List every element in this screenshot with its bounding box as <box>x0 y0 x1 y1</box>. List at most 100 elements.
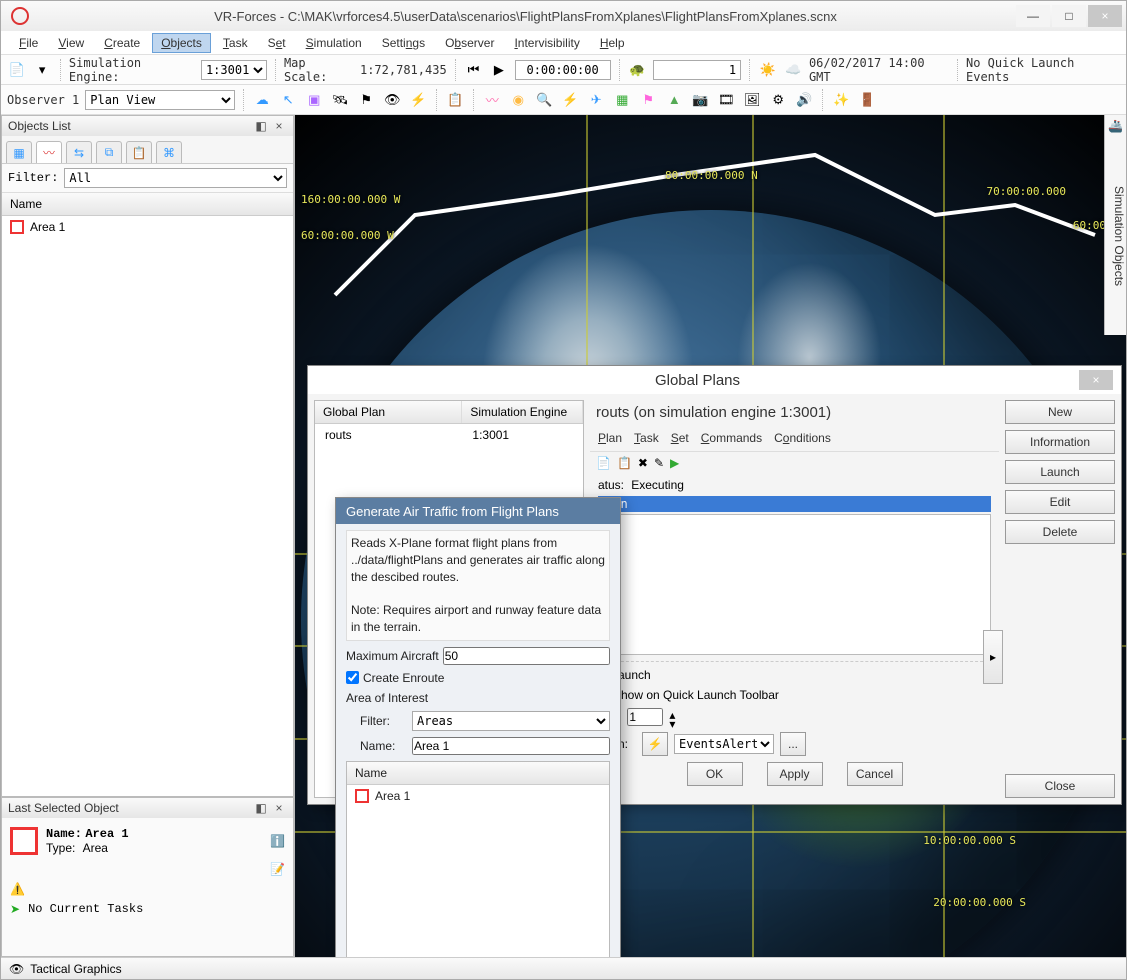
icon-select[interactable]: EventsAlert. <box>674 734 774 754</box>
time-multiplier-input[interactable] <box>653 60 741 80</box>
satellite-icon[interactable]: 🛰 <box>330 90 350 110</box>
bolt-icon-button[interactable]: ⚡ <box>642 732 668 756</box>
lightning-icon[interactable]: ⚡ <box>560 90 580 110</box>
delete-icon[interactable]: ✖ <box>638 456 648 470</box>
exit-icon[interactable]: 🚪 <box>857 90 877 110</box>
edit-icon[interactable]: ✎ <box>654 456 664 470</box>
speed-icon[interactable]: 🐢 <box>628 60 647 80</box>
close-button[interactable]: Close <box>1005 774 1115 798</box>
spin-up-icon[interactable]: ▴ <box>669 708 675 717</box>
cancel-button[interactable]: Cancel <box>847 762 903 786</box>
info-icon[interactable]: ℹ️ <box>270 834 285 848</box>
menu-observer[interactable]: Observer <box>437 34 502 52</box>
tab-groups[interactable]: ⧉ <box>96 141 122 163</box>
sim-clock-input[interactable] <box>515 60 611 80</box>
panel-close-icon[interactable]: × <box>271 801 287 815</box>
spin-down-icon[interactable]: ▾ <box>669 717 675 726</box>
pointer-icon[interactable]: ↖ <box>278 90 298 110</box>
create-enroute-checkbox[interactable] <box>346 671 359 684</box>
close-button[interactable]: × <box>1088 5 1122 27</box>
tab-blue-entities[interactable]: ▦ <box>6 141 32 163</box>
menu-task[interactable]: Task <box>215 34 256 52</box>
sound-icon[interactable]: 🔊 <box>794 90 814 110</box>
tab-clipboard[interactable]: 📋 <box>126 141 152 163</box>
menu-settings[interactable]: Settings <box>374 34 433 52</box>
observer-view-select[interactable]: Plan View <box>85 90 235 110</box>
close-icon[interactable]: × <box>1079 370 1113 390</box>
tab-task[interactable]: Task <box>634 431 659 445</box>
ordinal-input[interactable] <box>627 708 663 726</box>
max-aircraft-input[interactable] <box>443 647 610 665</box>
layer-icon[interactable]: 📋 <box>445 90 465 110</box>
panel-close-icon[interactable]: × <box>271 119 287 133</box>
dropdown-icon[interactable]: ▾ <box>32 60 51 80</box>
list-item[interactable]: Area 1 <box>347 785 609 807</box>
objects-list-body[interactable]: Area 1 <box>2 216 293 796</box>
expand-button[interactable]: ▸ <box>983 630 1003 684</box>
sim-engine-select[interactable]: 1:3001 <box>201 60 267 80</box>
minimize-button[interactable]: — <box>1016 5 1050 27</box>
camera-icon[interactable]: 📷 <box>690 90 710 110</box>
menu-intervisibility[interactable]: Intervisibility <box>506 34 587 52</box>
list-item[interactable]: Area 1 <box>2 216 293 238</box>
pink-flag-icon[interactable]: ⚑ <box>638 90 658 110</box>
copy-icon[interactable]: 📄 <box>596 456 611 470</box>
run-icon[interactable]: ▶ <box>670 456 679 470</box>
launch-button[interactable]: Launch <box>1005 460 1115 484</box>
panel-float-icon[interactable]: ◧ <box>253 801 269 815</box>
menu-simulation[interactable]: Simulation <box>298 34 370 52</box>
tab-red-entities[interactable]: 〰 <box>36 141 62 163</box>
col-sim-engine[interactable]: Simulation Engine <box>462 401 583 423</box>
paste-icon[interactable]: 📋 <box>617 456 632 470</box>
information-button[interactable]: Information <box>1005 430 1115 454</box>
menu-view[interactable]: View <box>50 34 92 52</box>
flag-icon[interactable]: ⚑ <box>356 90 376 110</box>
new-doc-icon[interactable]: 📄 <box>7 60 26 80</box>
gat-area-list[interactable]: Name Area 1 <box>346 761 610 957</box>
tab-network[interactable]: ⌘ <box>156 141 182 163</box>
tab-plan[interactable]: Plan <box>598 431 622 445</box>
film-icon[interactable]: 🎞 <box>716 90 736 110</box>
disc-icon[interactable]: ◉ <box>508 90 528 110</box>
green-box-icon[interactable]: ▦ <box>612 90 632 110</box>
menu-file[interactable]: File <box>11 34 46 52</box>
sim-objects-sidebar[interactable]: 🚢 Simulation Objects <box>1104 115 1126 335</box>
eye-icon[interactable]: 👁 <box>382 90 402 110</box>
menu-help[interactable]: Help <box>592 34 633 52</box>
tab-conditions[interactable]: Conditions <box>774 431 831 445</box>
edit-icon[interactable]: 📝 <box>270 862 285 876</box>
panel-float-icon[interactable]: ◧ <box>253 119 269 133</box>
bolt-icon[interactable]: ⚡ <box>408 90 428 110</box>
ok-button[interactable]: OK <box>687 762 743 786</box>
plane-icon[interactable]: ✈ <box>586 90 606 110</box>
filter-select[interactable]: All <box>64 168 287 188</box>
menu-objects[interactable]: Objects <box>152 33 211 53</box>
edit-button[interactable]: Edit <box>1005 490 1115 514</box>
route-icon[interactable]: 〰 <box>482 90 502 110</box>
search-icon[interactable]: 🔍 <box>534 90 554 110</box>
play-icon[interactable]: ▶ <box>489 60 508 80</box>
gear-icon[interactable]: ⚙ <box>768 90 788 110</box>
tool-icon[interactable]: ☁ <box>252 90 272 110</box>
gat-col-header[interactable]: Name <box>347 762 609 785</box>
tab-commands[interactable]: Commands <box>701 431 762 445</box>
tab-set[interactable]: Set <box>671 431 689 445</box>
spark-icon[interactable]: ✨ <box>831 90 851 110</box>
more-button[interactable]: ... <box>780 732 806 756</box>
apply-button[interactable]: Apply <box>767 762 823 786</box>
maximize-button[interactable]: □ <box>1052 5 1086 27</box>
tab-hierarchy[interactable]: ⇆ <box>66 141 92 163</box>
plan-selected-item[interactable]: lan <box>598 496 991 512</box>
col-global-plan[interactable]: Global Plan <box>315 401 462 423</box>
table-row[interactable]: routs 1:3001 <box>315 424 583 446</box>
gat-filter-select[interactable]: Areas <box>412 711 610 731</box>
new-button[interactable]: New <box>1005 400 1115 424</box>
delete-button[interactable]: Delete <box>1005 520 1115 544</box>
objects-col-header[interactable]: Name <box>2 193 293 216</box>
menu-set[interactable]: Set <box>260 34 294 52</box>
menu-create[interactable]: Create <box>96 34 148 52</box>
box-icon[interactable]: ▣ <box>304 90 324 110</box>
picture-icon[interactable]: 🖼 <box>742 90 762 110</box>
gat-name-input[interactable] <box>412 737 610 755</box>
rewind-icon[interactable]: ⏮ <box>464 60 483 80</box>
